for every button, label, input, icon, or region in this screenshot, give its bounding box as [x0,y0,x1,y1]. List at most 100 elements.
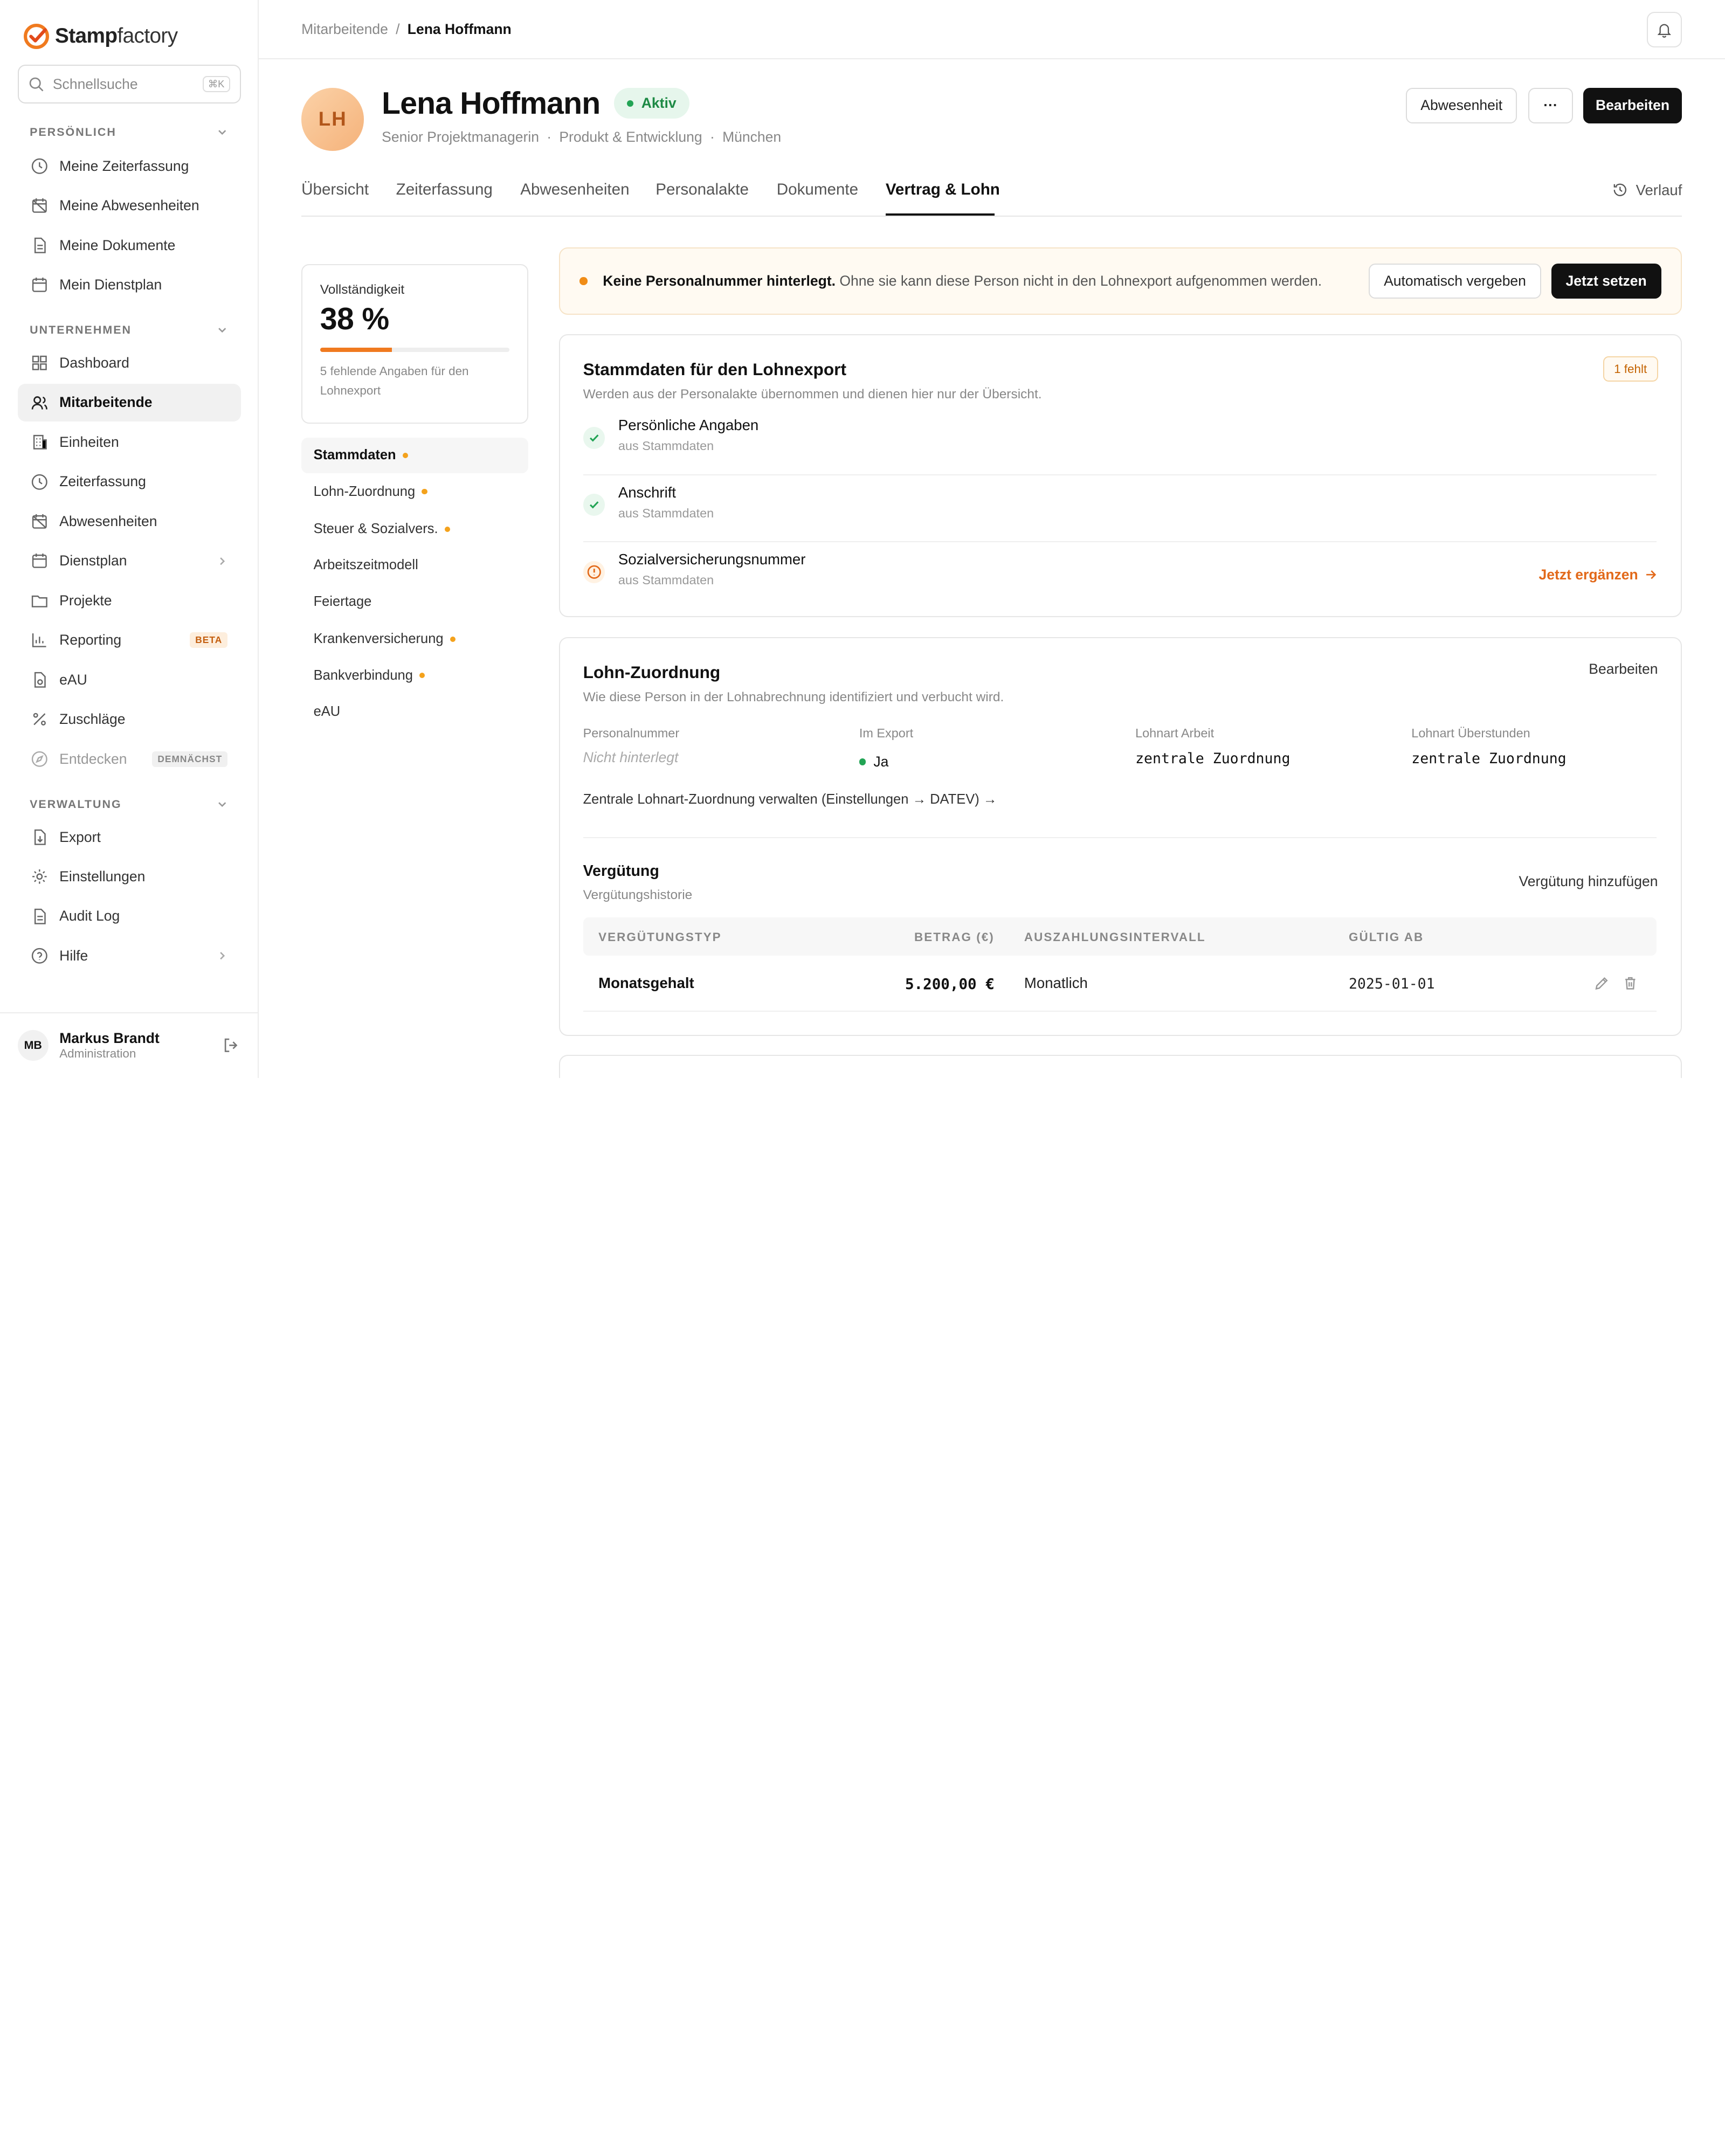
user-name: Markus Brandt [59,1030,160,1047]
edit-pencil-icon[interactable] [1594,976,1610,991]
sidebar-item-my-roster[interactable]: Mein Dienstplan [18,266,241,303]
search-input[interactable]: Schnellsuche ⌘K [17,65,241,103]
sidebar-item-settings[interactable]: Einstellungen [18,858,241,895]
lohn-edit-button[interactable]: Bearbeiten [1589,661,1658,678]
more-options-button[interactable]: ··· [1528,88,1574,123]
sidebar-item-roster[interactable]: Dienstplan [18,542,241,579]
subnav-krankenversicherung[interactable]: Krankenversicherung [301,621,528,657]
tab-time-tracking[interactable]: Zeiterfassung [396,181,493,199]
export-icon [34,829,46,845]
calendar-off-icon [32,514,47,529]
breadcrumb-parent[interactable]: Mitarbeitende [301,21,388,38]
tab-documents[interactable]: Dokumente [777,181,858,199]
edit-button[interactable]: Bearbeiten [1583,88,1682,123]
trash-icon[interactable] [1623,976,1638,991]
compensation-title: Vergütung [583,862,659,880]
check-icon [583,426,605,449]
stammdaten-title: Stammdaten für den Lohnexport [583,360,847,379]
coming-soon-badge: DEMNÄCHST [152,751,228,767]
subnav-bankverbindung[interactable]: Bankverbindung [301,658,528,693]
missing-indicator [419,672,425,679]
sidebar-item-projects[interactable]: Projekte [18,582,241,619]
subnav-feiertage[interactable]: Feiertage [301,584,528,619]
sidebar-item-audit-log[interactable]: Audit Log [18,897,241,935]
chevron-right-icon [220,952,225,960]
table-row: Monatsgehalt 5.200,00 € Monatlich 2025-0… [583,956,1657,1012]
column-header: GÜLTIG AB [1348,930,1424,944]
in-export-value: Ja [859,754,888,770]
central-wage-mapping-link[interactable]: Zentrale Lohnart-Zuordnung verwalten (Ei… [583,792,997,807]
sidebar-item-absences[interactable]: Abwesenheiten [18,503,241,540]
calendar-icon [32,278,47,293]
subnav-lohn-zuordnung[interactable]: Lohn-Zuordnung [301,474,528,509]
sidebar-item-surcharges[interactable]: Zuschläge [18,701,241,738]
tab-overview[interactable]: Übersicht [301,181,369,199]
sidebar-item-units[interactable]: Einheiten [18,424,241,461]
users-icon [31,396,48,410]
section-personal[interactable]: PERSÖNLICH [30,126,227,139]
section-admin[interactable]: VERWALTUNG [30,798,227,811]
alert-message: Keine Personalnummer hinterlegt. Ohne si… [603,272,1322,289]
brand-name-part1: Stamp [55,24,118,48]
logo[interactable]: Stampfactory [22,22,178,51]
complete-now-link[interactable]: Jetzt ergänzen [1539,566,1657,583]
missing-indicator [402,452,409,458]
sidebar-item-export[interactable]: Export [18,818,241,855]
sidebar-item-my-absences[interactable]: Meine Abwesenheiten [18,187,241,224]
logout-icon[interactable] [222,1036,240,1054]
document-icon [34,237,46,253]
employee-avatar: LH [301,88,364,151]
tab-absences[interactable]: Abwesenheiten [520,181,629,199]
sidebar-item-time-tracking[interactable]: Zeiterfassung [18,463,241,500]
main-content: Mitarbeitende / Lena Hoffmann LH Lena Ho… [258,0,1725,1078]
chevron-down-icon [218,328,226,333]
lohn-title: Lohn-Zuordnung [583,662,721,682]
breadcrumb-separator: / [396,20,400,37]
chevron-down-icon [218,802,226,807]
warning-icon [583,561,605,583]
breadcrumb: Mitarbeitende / Lena Hoffmann [301,21,512,38]
clock-icon [31,474,47,490]
sidebar: Stampfactory Schnellsuche ⌘K PERSÖNLICH … [0,0,259,1078]
sidebar-item-reporting[interactable]: Reporting BETA [18,621,241,659]
app-window: Stampfactory Schnellsuche ⌘K PERSÖNLICH … [0,0,1725,1078]
stampfactory-logo-icon [23,23,49,49]
absence-button[interactable]: Abwesenheit [1406,88,1517,123]
add-compensation-button[interactable]: Vergütung hinzufügen [1519,873,1658,890]
auto-assign-button[interactable]: Automatisch vergeben [1368,263,1542,299]
notifications-button[interactable] [1647,12,1682,47]
tab-personnel-file[interactable]: Personalakte [656,181,749,199]
sidebar-item-employees[interactable]: Mitarbeitende [17,384,241,421]
subnav-steuer[interactable]: Steuer & Sozialvers. [301,512,528,547]
wage-type-work-value: zentrale Zuordnung [1135,750,1291,767]
search-shortcut: ⌘K [202,76,230,93]
user-profile[interactable]: MB Markus Brandt Administration [0,1012,258,1078]
next-card [558,1055,1682,1078]
beta-badge: BETA [190,632,228,648]
tab-contract-salary[interactable]: Vertrag & Lohn [886,181,1000,199]
chevron-down-icon [218,130,226,135]
section-company[interactable]: UNTERNEHMEN [30,323,227,337]
sidebar-item-dashboard[interactable]: Dashboard [18,344,241,382]
stammdaten-row: Sozialversicherungsnummer aus Stammdaten… [583,543,1657,609]
missing-personnel-number-alert: Keine Personalnummer hinterlegt. Ohne si… [558,247,1682,315]
stammdaten-row: Persönliche Angaben aus Stammdaten [583,409,1657,475]
sidebar-item-eau[interactable]: eAU [18,661,241,699]
grid-icon [32,355,47,370]
sidebar-item-help[interactable]: Hilfe [18,937,241,975]
sidebar-item-my-time[interactable]: Meine Zeiterfassung [18,147,241,184]
sidebar-item-my-documents[interactable]: Meine Dokumente [18,226,241,264]
status-dot [627,100,634,107]
wage-type-overtime-value: zentrale Zuordnung [1411,750,1567,767]
compass-icon [31,751,47,767]
subnav-eau[interactable]: eAU [301,694,528,729]
subnav-stammdaten[interactable]: Stammdaten [301,438,528,473]
history-button[interactable]: Verlauf [1612,182,1682,199]
help-icon [31,948,47,964]
subnav-arbeitszeitmodell[interactable]: Arbeitszeitmodell [301,548,528,583]
set-now-button[interactable]: Jetzt setzen [1551,263,1661,299]
brand-name-part2: factory [117,24,178,48]
column-header: AUSZAHLUNGSINTERVALL [1024,930,1206,944]
breadcrumb-current: Lena Hoffmann [407,20,512,37]
employee-meta: Senior Projektmanagerin · Produkt & Entw… [382,128,782,145]
